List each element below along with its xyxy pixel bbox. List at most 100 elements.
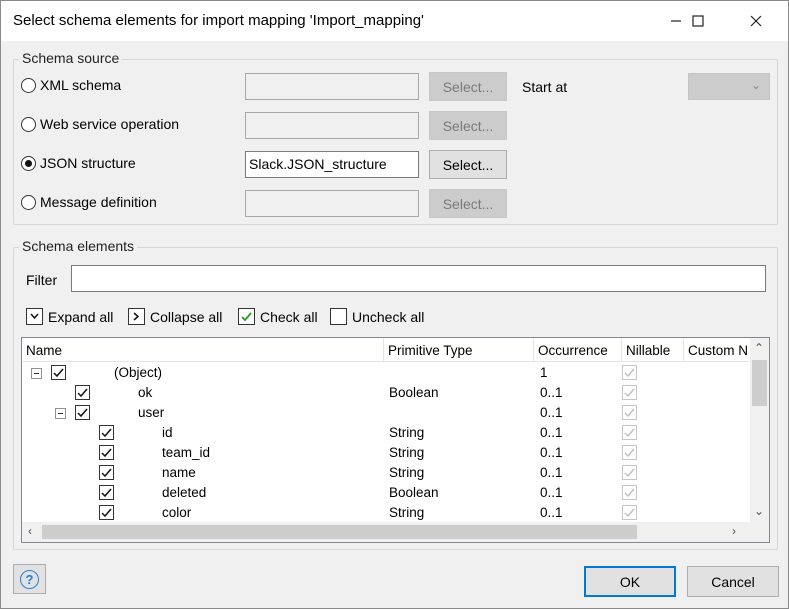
row-occurrence: 0..1 [540, 385, 563, 400]
scroll-left-icon[interactable]: ‹ [28, 524, 32, 538]
row-primitive-type: String [389, 505, 425, 520]
radio-label: Message definition [40, 194, 157, 210]
nillable-checkbox [622, 505, 637, 520]
radio-label: Web service operation [40, 116, 180, 132]
row-name: user [138, 405, 165, 420]
table-row[interactable]: name String 0..1 [22, 463, 749, 483]
radio-message-definition[interactable]: Message definition [21, 194, 157, 210]
vertical-scrollbar[interactable]: ⌃ ⌄ [750, 338, 769, 522]
column-header-custom-name[interactable]: Custom N [684, 338, 749, 362]
dialog-title: Select schema elements for import mappin… [13, 12, 424, 29]
row-occurrence: 0..1 [540, 485, 563, 500]
schema-elements-legend: Schema elements [19, 238, 138, 254]
radio-json-structure[interactable]: JSON structure [21, 155, 136, 171]
collapse-all-icon [128, 308, 145, 325]
json-structure-select-button[interactable]: Select... [429, 150, 507, 179]
xml-schema-select-button: Select... [429, 72, 507, 101]
table-row[interactable]: team_id String 0..1 [22, 443, 749, 463]
json-structure-field[interactable]: Slack.JSON_structure [245, 151, 419, 178]
radio-circle [21, 194, 36, 210]
close-button[interactable] [733, 1, 779, 41]
row-checkbox[interactable] [51, 365, 66, 380]
message-definition-select-button: Select... [429, 189, 507, 218]
table-row[interactable]: deleted Boolean 0..1 [22, 483, 749, 503]
schema-elements-tree[interactable]: Name Primitive Type Occurrence Nillable … [21, 337, 770, 543]
web-service-select-button: Select... [429, 111, 507, 140]
start-at-dropdown: ⌄ [688, 73, 770, 100]
scroll-down-icon[interactable]: ⌄ [754, 504, 764, 518]
radio-circle [21, 116, 36, 132]
check-all-label: Check all [260, 308, 318, 325]
help-icon: ? [20, 569, 39, 589]
dialog-window: Select schema elements for import mappin… [0, 0, 789, 609]
chevron-down-icon: ⌄ [750, 78, 761, 92]
row-name: (Object) [114, 365, 163, 380]
web-service-field [245, 112, 419, 139]
row-checkbox[interactable] [75, 405, 90, 420]
filter-input[interactable] [71, 265, 766, 292]
row-checkbox[interactable] [99, 445, 114, 460]
row-primitive-type: Boolean [389, 385, 439, 400]
nillable-checkbox [622, 445, 637, 460]
scroll-up-icon[interactable]: ⌃ [754, 341, 764, 355]
table-row[interactable]: color String 0..1 [22, 503, 749, 523]
row-occurrence: 0..1 [540, 445, 563, 460]
horizontal-scroll-thumb[interactable] [42, 525, 637, 539]
expand-all-button[interactable]: Expand all [26, 308, 113, 325]
table-row[interactable]: id String 0..1 [22, 423, 749, 443]
row-primitive-type: Boolean [389, 485, 439, 500]
uncheck-all-button[interactable]: Uncheck all [330, 308, 424, 325]
nillable-checkbox [622, 385, 637, 400]
maximize-button[interactable] [675, 1, 721, 41]
nillable-checkbox [622, 465, 637, 480]
maximize-icon [692, 15, 704, 27]
column-header-name[interactable]: Name [22, 338, 384, 362]
nillable-checkbox [622, 365, 637, 380]
row-checkbox[interactable] [75, 385, 90, 400]
row-name: ok [138, 385, 153, 400]
row-occurrence: 1 [540, 365, 548, 380]
row-primitive-type: String [389, 445, 425, 460]
row-occurrence: 0..1 [540, 505, 563, 520]
expand-all-label: Expand all [48, 308, 114, 325]
row-checkbox[interactable] [99, 505, 114, 520]
radio-circle [21, 77, 36, 93]
column-header-nillable[interactable]: Nillable [622, 338, 684, 362]
nillable-checkbox [622, 425, 637, 440]
table-row[interactable]: user 0..1 [22, 403, 749, 423]
row-checkbox[interactable] [99, 465, 114, 480]
message-definition-field [245, 190, 419, 217]
row-occurrence: 0..1 [540, 405, 563, 420]
check-all-icon [238, 308, 255, 325]
uncheck-all-label: Uncheck all [352, 308, 425, 325]
radio-xml-schema[interactable]: XML schema [21, 77, 121, 93]
vertical-scroll-thumb[interactable] [752, 360, 767, 406]
check-all-button[interactable]: Check all [238, 308, 318, 325]
cancel-button[interactable]: Cancel [687, 566, 779, 597]
scroll-right-icon[interactable]: › [732, 524, 736, 538]
start-at-label: Start at [522, 79, 568, 95]
table-row[interactable]: (Object) 1 [22, 363, 749, 383]
table-row[interactable]: ok Boolean 0..1 [22, 383, 749, 403]
column-header-primitive-type[interactable]: Primitive Type [384, 338, 534, 362]
xml-schema-field [245, 73, 419, 100]
column-header-occurrence[interactable]: Occurrence [534, 338, 622, 362]
row-name: deleted [162, 485, 207, 500]
row-checkbox[interactable] [99, 485, 114, 500]
radio-web-service-operation[interactable]: Web service operation [21, 116, 179, 132]
nillable-checkbox [622, 485, 637, 500]
row-name: name [162, 465, 196, 480]
row-primitive-type: String [389, 425, 425, 440]
help-button[interactable]: ? [13, 564, 46, 594]
collapse-toggle-icon[interactable] [31, 368, 42, 379]
row-checkbox[interactable] [99, 425, 114, 440]
collapse-toggle-icon[interactable] [55, 408, 66, 419]
title-bar: Select schema elements for import mappin… [1, 1, 788, 41]
expand-all-icon [26, 308, 43, 325]
ok-button[interactable]: OK [584, 566, 676, 597]
collapse-all-button[interactable]: Collapse all [128, 308, 222, 325]
radio-label: XML schema [40, 77, 122, 93]
radio-circle-selected [21, 155, 36, 171]
row-occurrence: 0..1 [540, 425, 563, 440]
horizontal-scrollbar[interactable]: ‹ › [22, 522, 769, 542]
